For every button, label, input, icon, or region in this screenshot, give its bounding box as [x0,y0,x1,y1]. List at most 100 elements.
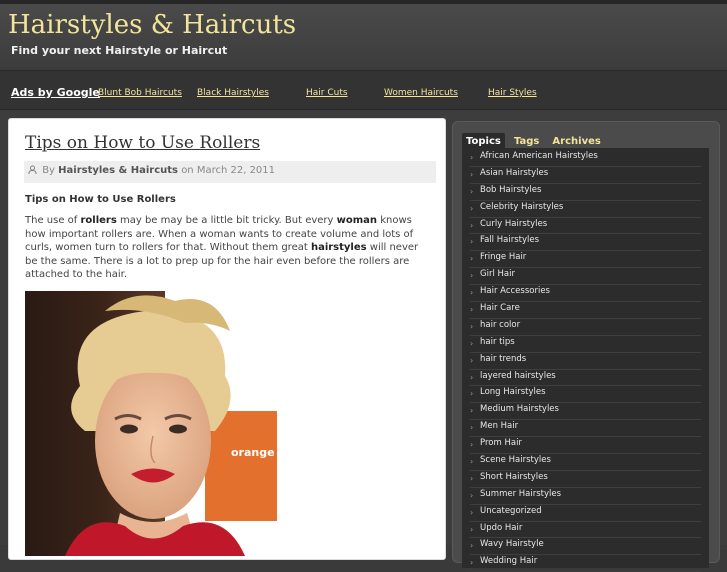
chevron-right-icon: › [470,473,474,483]
sidebar-topic-label[interactable]: Asian Hairstyles [480,168,548,178]
sidebar-topic-item[interactable]: › Girl Hair [470,268,701,286]
sidebar-topic-item[interactable]: › Bob Hairstyles [470,184,701,201]
chevron-right-icon: › [470,507,474,517]
chevron-right-icon: › [470,305,474,315]
user-icon [28,165,37,174]
chevron-right-icon: › [470,254,474,264]
sidebar-topic-label[interactable]: hair color [480,320,520,330]
sidebar-topic-label[interactable]: Summer Hairstyles [480,489,561,499]
sidebar-topic-label[interactable]: Hair Accessories [480,286,550,296]
sidebar-topic-item[interactable]: › Men Hair [470,420,701,438]
keyword-link[interactable]: rollers [80,215,116,226]
ad-bar: Ads by Google Blunt Bob Haircuts Black H… [0,71,727,110]
sidebar-topic-label[interactable]: hair tips [480,337,515,347]
chevron-right-icon: › [470,338,474,348]
sidebar-topic-label[interactable]: Fringe Hair [480,252,526,262]
chevron-right-icon: › [470,372,474,382]
sidebar-topic-label[interactable]: hair trends [480,354,526,364]
sidebar-topic-label[interactable]: Celebrity Hairstyles [480,202,563,212]
sidebar-topic-item[interactable]: › hair tips [470,336,701,353]
ad-link-blunt-bob-haircuts[interactable]: Blunt Bob Haircuts [98,88,182,98]
sidebar-topic-item[interactable]: › Hair Care [470,302,701,319]
sidebar: Topics Tags Archives › African American H… [452,121,720,572]
sidebar-topic-label[interactable]: Wavy Hairstyle [480,539,544,549]
site-header: Hairstyles & Haircuts Find your next Hai… [0,4,727,71]
chevron-right-icon: › [470,186,474,196]
ad-link-hair-styles[interactable]: Hair Styles [488,88,537,98]
sidebar-topic-item[interactable]: › Wedding Hair [470,555,701,572]
post-meta: By Hairstyles & Haircuts on March 22, 20… [24,161,436,183]
sidebar-topic-item[interactable]: › Short Hairstyles [470,471,701,488]
sidebar-topic-item[interactable]: › Scene Hairstyles [470,454,701,471]
sidebar-topic-label[interactable]: Medium Hairstyles [480,404,559,414]
sidebar-topic-label[interactable]: African American Hairstyles [480,151,598,161]
topic-list: › African American Hairstyles › Asian Hairs… [462,148,709,572]
chevron-right-icon: › [470,220,474,230]
ad-link-women-haircuts[interactable]: Women Haircuts [384,88,458,98]
sidebar-topic-label[interactable]: Curly Hairstyles [480,219,547,229]
sidebar-topic-item[interactable]: › Updo Hair [470,522,701,539]
sidebar-topic-label[interactable]: Short Hairstyles [480,472,548,482]
chevron-right-icon: › [470,423,474,433]
sidebar-topic-label[interactable]: Uncategorized [480,506,542,516]
chevron-right-icon: › [470,271,474,281]
chevron-right-icon: › [470,237,474,247]
sidebar-topic-item[interactable]: › hair color [470,319,701,336]
chevron-right-icon: › [470,457,474,467]
post-paragraph: The use of rollers may be may be a littl… [25,215,419,280]
chevron-right-icon: › [470,406,474,416]
sidebar-topic-label[interactable]: Girl Hair [480,269,515,279]
post-title-link[interactable]: Tips on How to Use Rollers [25,133,260,153]
sidebar-topic-item[interactable]: › layered hairstyles [470,370,701,387]
chevron-right-icon: › [470,153,474,162]
chevron-right-icon: › [470,440,474,450]
sidebar-topic-item[interactable]: › hair trends [470,353,701,370]
chevron-right-icon: › [470,490,474,500]
ad-link-hair-cuts[interactable]: Hair Cuts [306,88,348,98]
sidebar-topic-item[interactable]: › Long Hairstyles [470,386,701,404]
sidebar-topic-label[interactable]: Wedding Hair [480,556,537,566]
keyword-link[interactable]: woman [337,215,377,226]
site-title[interactable]: Hairstyles & Haircuts [8,10,296,40]
sidebar-topic-item[interactable]: › Uncategorized [470,505,701,522]
sidebar-topic-item[interactable]: › Celebrity Hairstyles [470,201,701,218]
sidebar-topic-item[interactable]: › Medium Hairstyles [470,403,701,421]
sidebar-topic-label[interactable]: Fall Hairstyles [480,235,539,245]
chevron-right-icon: › [470,389,474,399]
sidebar-topic-item[interactable]: › Wavy Hairstyle [470,538,701,556]
keyword-link[interactable]: hairstyles [311,242,367,253]
sidebar-tabs: Topics Tags Archives [462,129,605,150]
site-tagline: Find your next Hairstyle or Haircut [11,44,228,57]
chevron-right-icon: › [470,355,474,365]
sidebar-topic-item[interactable]: › Fringe Hair [470,251,701,269]
chevron-right-icon: › [470,541,474,551]
post-photo: orange [25,291,277,556]
sidebar-topic-item[interactable]: › Summer Hairstyles [470,488,701,505]
chevron-right-icon: › [470,169,474,179]
sidebar-topic-label[interactable]: Bob Hairstyles [480,185,541,195]
sidebar-topic-label[interactable]: Scene Hairstyles [480,455,551,465]
ad-link-black-hairstyles[interactable]: Black Hairstyles [197,88,269,98]
sidebar-topic-label[interactable]: layered hairstyles [480,371,556,381]
post-date: on March 22, 2011 [181,165,276,176]
ads-by-google-link[interactable]: Ads by Google [11,86,100,99]
sidebar-topic-item[interactable]: › Prom Hair [470,437,701,455]
sidebar-topic-label[interactable]: Updo Hair [480,523,522,533]
chevron-right-icon: › [470,524,474,534]
sidebar-topic-label[interactable]: Men Hair [480,421,518,431]
sidebar-topic-item[interactable]: › Fall Hairstyles [470,234,701,252]
meta-by: By [42,165,55,176]
chevron-right-icon: › [470,558,474,568]
chevron-right-icon: › [470,288,474,298]
sidebar-topic-label[interactable]: Hair Care [480,303,520,313]
sidebar-topic-item[interactable]: › African American Hairstyles [470,150,701,167]
sidebar-topic-label[interactable]: Prom Hair [480,438,522,448]
chevron-right-icon: › [470,203,474,213]
post-subheading: Tips on How to Use Rollers [25,194,176,205]
post-author-link[interactable]: Hairstyles & Haircuts [58,165,178,176]
chevron-right-icon: › [470,321,474,331]
sidebar-topic-label[interactable]: Long Hairstyles [480,387,546,397]
sidebar-topic-item[interactable]: › Hair Accessories [470,285,701,303]
sidebar-topic-item[interactable]: › Curly Hairstyles [470,218,701,235]
sidebar-topic-item[interactable]: › Asian Hairstyles [470,167,701,184]
